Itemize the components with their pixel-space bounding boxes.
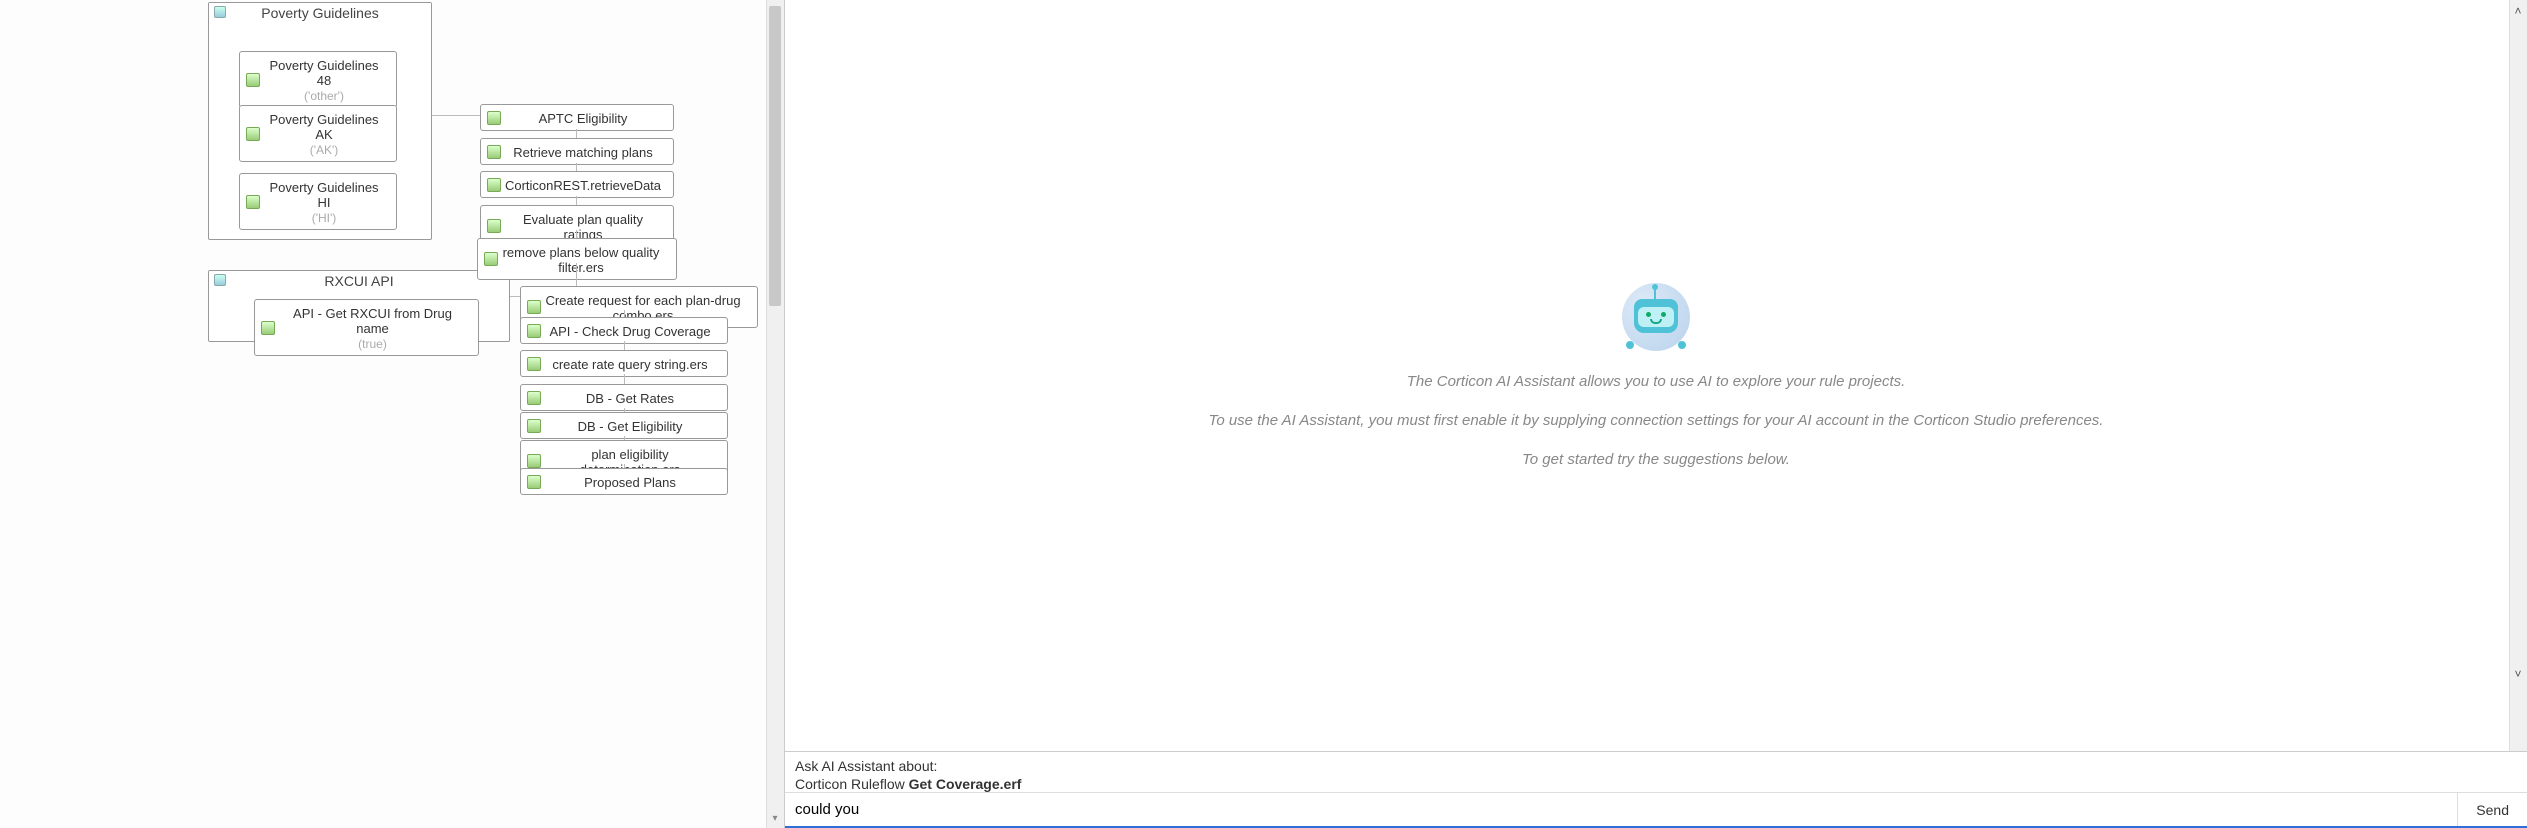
node-db-get-rates[interactable]: DB - Get Rates: [520, 384, 728, 411]
ai-assistant-pane: The Corticon AI Assistant allows you to …: [785, 0, 2527, 828]
node-label: Poverty Guidelines HI: [262, 180, 386, 210]
scroll-thumb[interactable]: [769, 6, 781, 306]
assistant-intro-line-3: To get started try the suggestions below…: [1522, 451, 1790, 468]
rulesheet-icon: [527, 454, 541, 468]
node-proposed-plans[interactable]: Proposed Plans: [520, 468, 728, 495]
scroll-up-icon[interactable]: ˄: [2511, 4, 2525, 18]
database-icon: [527, 419, 541, 433]
assistant-robot-icon: [1622, 283, 1690, 351]
rulesheet-icon: [487, 111, 501, 125]
ruleflow-canvas-pane: Poverty Guidelines Poverty Guidelines 48…: [0, 0, 785, 828]
node-poverty-ak[interactable]: Poverty Guidelines AK ('AK'): [239, 105, 397, 162]
node-label: Poverty Guidelines 48: [262, 58, 386, 88]
group-poverty-guidelines[interactable]: Poverty Guidelines Poverty Guidelines 48…: [208, 2, 432, 240]
node-label: Poverty Guidelines AK: [262, 112, 386, 142]
node-poverty-hi[interactable]: Poverty Guidelines HI ('HI'): [239, 173, 397, 230]
connector: [576, 263, 577, 287]
assistant-input-row: Send: [785, 792, 2527, 828]
node-label: create rate query string.ers: [543, 357, 717, 372]
node-corticonrest-retrievedata[interactable]: CorticonREST.retrieveData: [480, 171, 674, 198]
node-label: CorticonREST.retrieveData: [503, 178, 663, 193]
node-api-check-drug-coverage[interactable]: API - Check Drug Coverage: [520, 317, 728, 344]
assistant-intro-area: The Corticon AI Assistant allows you to …: [785, 0, 2527, 752]
node-label: Proposed Plans: [543, 475, 717, 490]
assistant-input[interactable]: [785, 793, 2457, 826]
node-condition: ('AK'): [262, 143, 386, 157]
group-title: RXCUI API: [209, 271, 509, 291]
rulesheet-icon: [487, 145, 501, 159]
subflow-icon: [214, 274, 226, 286]
rulesheet-icon: [246, 127, 260, 141]
rulesheet-icon: [246, 73, 260, 87]
rulesheet-icon: [527, 475, 541, 489]
context-file: Get Coverage.erf: [909, 776, 1022, 792]
ruleflow-canvas[interactable]: Poverty Guidelines Poverty Guidelines 48…: [0, 0, 784, 828]
node-label: Retrieve matching plans: [503, 145, 663, 160]
node-condition: ('other'): [262, 89, 386, 103]
database-icon: [527, 391, 541, 405]
group-rxcui-api[interactable]: RXCUI API API - Get RXCUI from Drug name…: [208, 270, 510, 342]
ask-label: Ask AI Assistant about:: [795, 758, 2517, 774]
service-icon: [487, 178, 501, 192]
rulesheet-icon: [484, 252, 498, 266]
subflow-icon: [214, 6, 226, 18]
assistant-scrollbar[interactable]: ˄ ˅: [2509, 0, 2527, 751]
node-retrieve-matching-plans[interactable]: Retrieve matching plans: [480, 138, 674, 165]
node-aptc-eligibility[interactable]: APTC Eligibility: [480, 104, 674, 131]
node-db-get-eligibility[interactable]: DB - Get Eligibility: [520, 412, 728, 439]
node-condition: (true): [277, 337, 468, 351]
node-label: APTC Eligibility: [503, 111, 663, 126]
context-type: Corticon Ruleflow: [795, 776, 909, 792]
node-label: DB - Get Rates: [543, 391, 717, 406]
assistant-context-bar: Ask AI Assistant about: Corticon Ruleflo…: [785, 752, 2527, 792]
assistant-intro-line-1: The Corticon AI Assistant allows you to …: [1407, 373, 1906, 390]
node-rxcui-drugname[interactable]: API - Get RXCUI from Drug name (true): [254, 299, 479, 356]
rulesheet-icon: [527, 357, 541, 371]
service-icon: [527, 324, 541, 338]
rulesheet-icon: [527, 300, 541, 314]
send-button[interactable]: Send: [2457, 793, 2527, 826]
node-condition: ('HI'): [262, 211, 386, 225]
node-create-rate-query-string[interactable]: create rate query string.ers: [520, 350, 728, 377]
scroll-down-icon[interactable]: ▾: [768, 812, 782, 826]
group-title: Poverty Guidelines: [209, 3, 431, 23]
node-label: remove plans below quality filter.ers: [496, 245, 666, 275]
node-poverty-48[interactable]: Poverty Guidelines 48 ('other'): [239, 51, 397, 108]
node-label: API - Get RXCUI from Drug name: [277, 306, 468, 336]
assistant-intro-line-2: To use the AI Assistant, you must first …: [1209, 412, 2104, 429]
connector: [624, 374, 625, 384]
rulesheet-icon: [261, 321, 275, 335]
node-remove-plans-below-quality[interactable]: remove plans below quality filter.ers: [477, 238, 677, 280]
rulesheet-icon: [246, 195, 260, 209]
connector: [432, 115, 480, 116]
node-label: DB - Get Eligibility: [543, 419, 717, 434]
scroll-down-icon[interactable]: ˅: [2511, 667, 2525, 681]
rulesheet-icon: [487, 219, 501, 233]
canvas-scrollbar[interactable]: ▴ ▾: [766, 0, 784, 828]
node-label: API - Check Drug Coverage: [543, 324, 717, 339]
